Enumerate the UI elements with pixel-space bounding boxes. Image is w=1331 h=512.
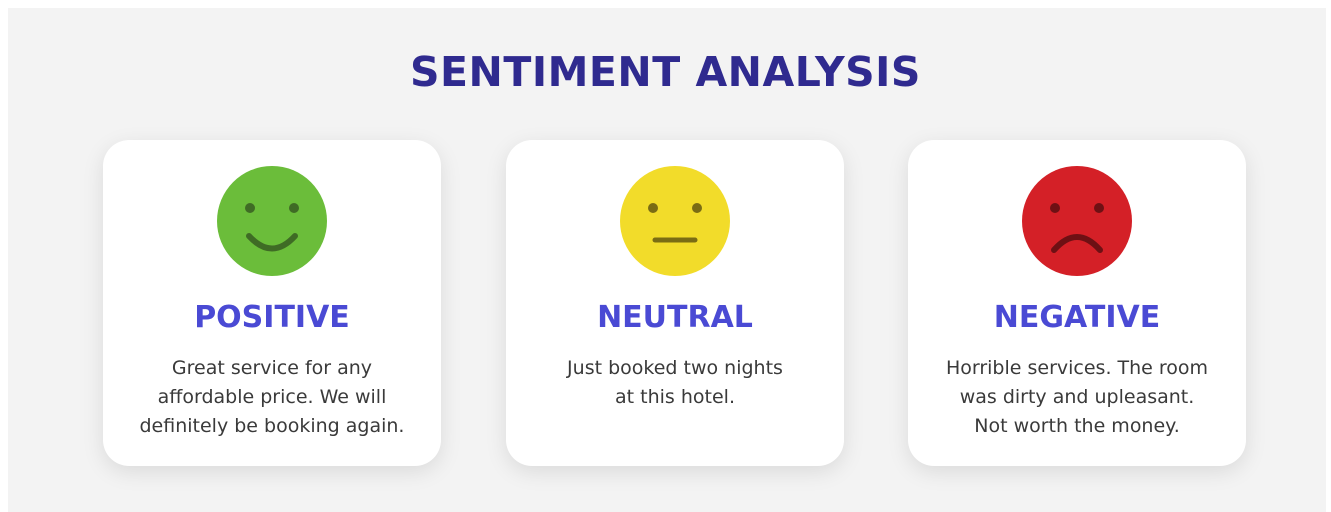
sentiment-label: NEUTRAL — [597, 300, 753, 335]
example-line: Horrible services. The room — [945, 357, 1209, 379]
example-line: definitely be booking again. — [139, 415, 405, 437]
example-line: Not worth the money. — [974, 415, 1180, 437]
frowning-face-icon — [1022, 166, 1132, 276]
sentiment-example-text: Horrible services. The room was dirty an… — [922, 354, 1232, 441]
neutral-face-icon — [620, 166, 730, 276]
example-line: Great service for any — [171, 357, 373, 379]
example-line: Just booked two nights — [567, 357, 783, 379]
example-line: at this hotel. — [615, 386, 735, 408]
sentiment-card-negative: NEGATIVE Horrible services. The room was… — [908, 140, 1246, 466]
sentiment-example-text: Just booked two nights at this hotel. — [520, 354, 830, 412]
sentiment-example-text: Great service for any affordable price. … — [117, 354, 427, 441]
sentiment-label: POSITIVE — [194, 300, 350, 335]
sentiment-card-positive: POSITIVE Great service for any affordabl… — [103, 140, 441, 466]
page-title: SENTIMENT ANALYSIS — [410, 48, 921, 96]
smiling-face-icon — [217, 166, 327, 276]
example-line: was dirty and upleasant. — [959, 386, 1195, 408]
example-line: affordable price. We will — [157, 386, 387, 408]
sentiment-card-neutral: NEUTRAL Just booked two nights at this h… — [506, 140, 844, 466]
sentiment-label: NEGATIVE — [993, 300, 1161, 335]
